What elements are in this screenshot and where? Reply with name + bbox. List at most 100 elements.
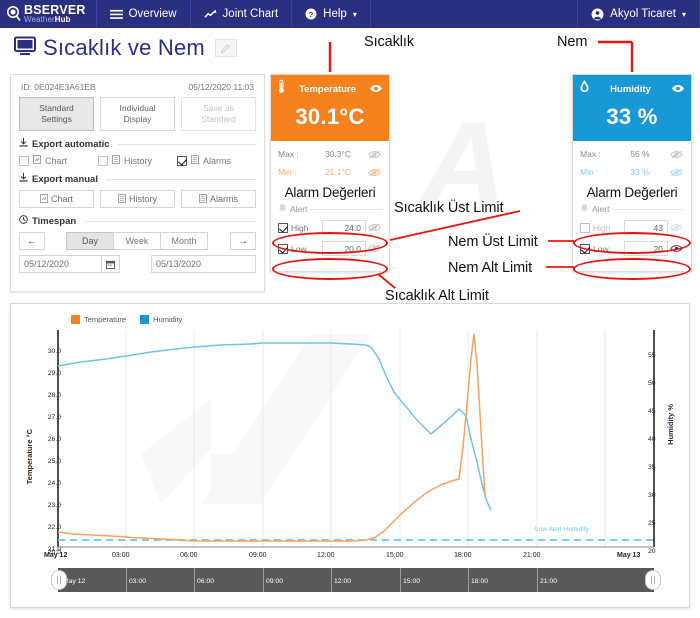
timespan-next-button[interactable]: → — [230, 232, 256, 250]
device-timestamp: 05/12/2020 11:03 — [188, 82, 254, 92]
min-row-temperature: Min : 21.1°C — [278, 167, 382, 177]
nav-divider — [370, 0, 371, 28]
annotation-ellipse-hum-high — [573, 232, 691, 254]
high-limit-label: High — [593, 223, 610, 233]
export-auto-alarms-checkbox[interactable]: Alarms — [177, 155, 256, 166]
device-id-row: ID: 0E024E3A61EB 05/12/2020 11:03 — [19, 81, 256, 97]
high-limit-label: High — [291, 223, 308, 233]
eye-slash-icon[interactable] — [668, 150, 684, 159]
date-from-input[interactable]: 05/12/2020 — [19, 255, 102, 273]
btn-line1: Save as — [203, 103, 234, 114]
export-manual-alarms-label: Alarms — [210, 194, 238, 204]
export-manual-buttons: Chart History Alarms — [19, 190, 256, 208]
checkbox-box[interactable] — [98, 156, 108, 166]
eye-slash-icon[interactable] — [366, 168, 382, 177]
individual-display-button[interactable]: Individual Display — [100, 97, 175, 131]
date-to-input[interactable]: 05/13/2020 — [151, 255, 256, 273]
high-limit-checkbox-temperature[interactable]: High — [278, 223, 322, 233]
scrollbar-left-handle[interactable] — [51, 570, 67, 590]
checkbox-box[interactable] — [580, 223, 590, 233]
annotation-sicaklik-ust-limit: Sıcaklık Üst Limit — [394, 200, 503, 216]
navigator-tick — [194, 568, 195, 592]
min-label: Min : — [278, 167, 310, 177]
alert-label: Alert — [290, 204, 307, 214]
nav-label-help: Help — [323, 8, 347, 20]
arrow-left-icon: ← — [27, 236, 37, 247]
nav-item-user-menu[interactable]: Akyol Ticaret ▾ — [578, 0, 699, 28]
x-tick: 21:00 — [523, 552, 541, 559]
checkbox-box[interactable] — [19, 156, 29, 166]
max-label: Max : — [580, 149, 612, 159]
timespan-prev-button[interactable]: ← — [19, 232, 45, 250]
export-manual-header: Export manual — [19, 173, 256, 185]
export-manual-history-label: History — [129, 194, 157, 204]
timespan-month-button[interactable]: Month — [160, 232, 208, 250]
x-tick: 12:00 — [317, 552, 335, 559]
timespan-day-button[interactable]: Day — [66, 232, 114, 250]
x-tick: 18:00 — [454, 552, 472, 559]
x-tick: 15:00 — [386, 552, 404, 559]
save-as-standard-button[interactable]: Save as Standard — [181, 97, 256, 131]
navigator-tick — [263, 568, 264, 592]
card-header-humidity: Humidity 33 % — [573, 75, 691, 141]
eye-slash-icon[interactable] — [366, 150, 382, 159]
max-row-temperature: Max : 30.3°C — [278, 149, 382, 159]
download-icon — [19, 173, 28, 185]
navigator-label: 03:00 — [129, 578, 146, 585]
navigator-label: 18:00 — [471, 578, 488, 585]
device-settings-panel: ID: 0E024E3A61EB 05/12/2020 11:03 Standa… — [10, 74, 265, 292]
export-manual-chart-button[interactable]: Chart — [19, 190, 94, 208]
navigator-label: 15:00 — [403, 578, 420, 585]
scrollbar-right-handle[interactable] — [645, 570, 661, 590]
max-row-humidity: Max : 56 % — [580, 149, 684, 159]
checkbox-box[interactable] — [278, 223, 288, 233]
card-header-top-row: Temperature — [277, 81, 383, 97]
export-auto-history-checkbox[interactable]: History — [98, 155, 177, 166]
timespan-week-button[interactable]: Week — [113, 232, 161, 250]
joint-chart-panel: Temperature Humidity Temperature °C Humi… — [10, 303, 690, 608]
chart-file-icon — [40, 194, 48, 205]
alarm-title-humidity: Alarm Değerleri — [580, 185, 684, 200]
navigator-label: 09:00 — [266, 578, 283, 585]
chevron-down-icon: ▾ — [353, 10, 357, 19]
svg-text:?: ? — [309, 10, 314, 19]
annotation-nem-ust-limit: Nem Üst Limit — [448, 234, 538, 250]
eye-icon[interactable] — [369, 80, 383, 98]
card-header-temperature: Temperature 30.1°C — [271, 75, 389, 141]
nav-item-overview[interactable]: Overview — [97, 0, 190, 28]
eye-slash-icon[interactable] — [668, 168, 684, 177]
nav-item-help[interactable]: ? Help ▾ — [292, 0, 370, 28]
checkbox-box[interactable] — [177, 156, 187, 166]
eye-slash-icon[interactable] — [366, 223, 382, 232]
calendar-icon[interactable] — [102, 255, 120, 273]
export-manual-history-button[interactable]: History — [100, 190, 175, 208]
min-label: Min : — [580, 167, 612, 177]
nav-item-joint-chart[interactable]: Joint Chart — [191, 0, 292, 28]
export-auto-alarms-label: Alarms — [203, 156, 231, 166]
high-limit-checkbox-humidity[interactable]: High — [580, 223, 624, 233]
annotation-ellipse-temp-low — [272, 258, 388, 280]
alert-header-humidity: Alert — [580, 203, 684, 215]
eye-icon[interactable] — [671, 80, 685, 98]
navigator-tick — [126, 568, 127, 592]
standard-settings-button[interactable]: Standard Settings — [19, 97, 94, 131]
brand-logo-area[interactable]: BSERVER WeatherHub — [0, 0, 96, 28]
card-title-humidity: Humidity — [590, 84, 671, 95]
min-row-humidity: Min : 33 % — [580, 167, 684, 177]
annotation-nem: Nem — [557, 34, 587, 50]
nav-right-group: Akyol Ticaret ▾ — [577, 0, 700, 28]
export-auto-chart-checkbox[interactable]: Chart — [19, 155, 98, 166]
navigator-tick — [400, 568, 401, 592]
export-manual-alarms-button[interactable]: Alarms — [181, 190, 256, 208]
eye-slash-icon[interactable] — [668, 223, 684, 232]
card-header-top-row: Humidity — [579, 81, 685, 97]
chart-plot-area — [11, 304, 691, 609]
user-circle-icon — [591, 8, 604, 21]
page-title-bar: Sıcaklık ve Nem — [0, 28, 700, 68]
history-file-icon — [112, 155, 120, 166]
chart-navigator-scrollbar[interactable]: May 12 03:00 06:00 09:00 12:00 15:00 18:… — [58, 568, 654, 592]
monitor-icon — [14, 36, 36, 61]
low-alert-humidity-label: Low Alert Humidity — [535, 526, 589, 533]
timespan-range-group: Day Week Month — [49, 232, 226, 250]
edit-pencil-icon[interactable] — [215, 39, 237, 57]
